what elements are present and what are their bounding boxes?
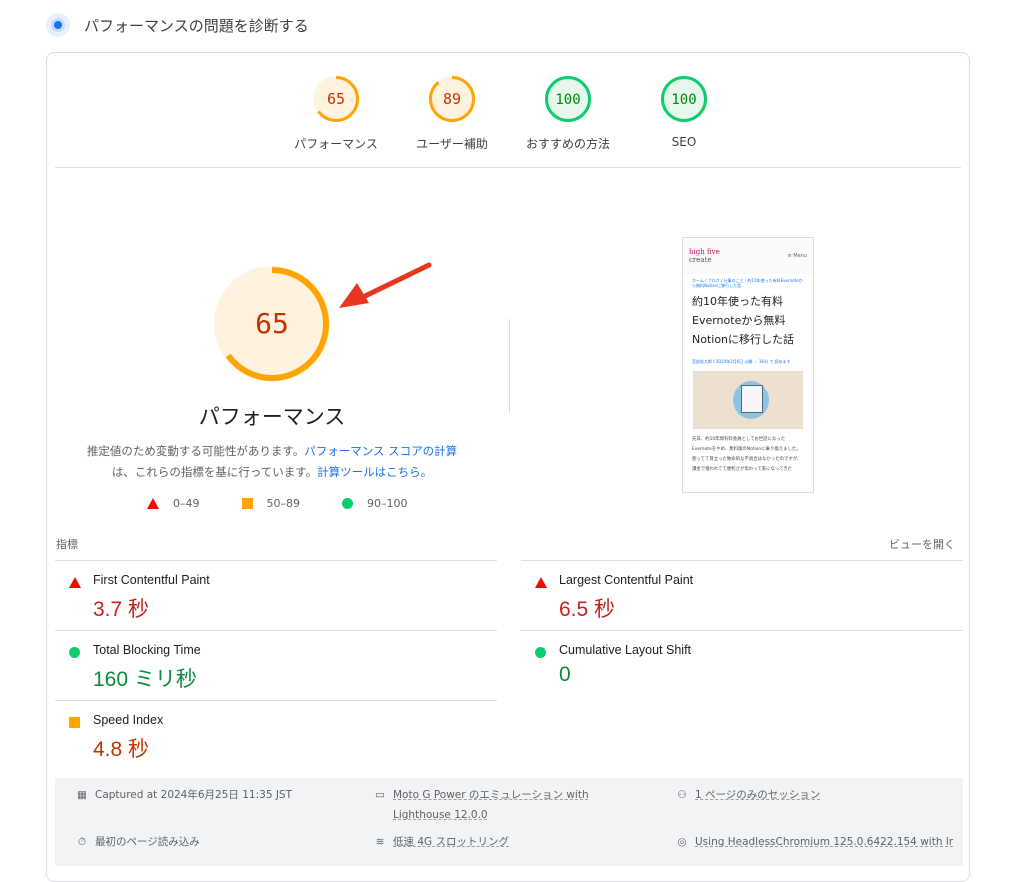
site-breadcrumb: ホーム / ブログ / 仕事のこと / 約10年使った有料Evernoteから無… bbox=[692, 278, 803, 288]
green-circle-icon bbox=[535, 647, 546, 658]
score-calc-link[interactable]: パフォーマンス スコアの計算 bbox=[304, 444, 457, 458]
green-circle-icon bbox=[69, 647, 80, 658]
annotation-arrow-icon bbox=[339, 262, 432, 308]
article-image bbox=[693, 371, 803, 429]
session-text[interactable]: 1 ページのみのセッション bbox=[695, 784, 820, 806]
article-body: 先日、約10年間有料会員としてお世話になったEvernoteをやめ、無料版のNo… bbox=[692, 437, 802, 472]
description-text: 推定値のため変動する可能性があります。 bbox=[86, 444, 305, 458]
legend-good: 90–100 bbox=[342, 497, 408, 510]
diagnose-icon bbox=[46, 13, 70, 37]
throttle-text[interactable]: 低速 4G スロットリング bbox=[393, 831, 509, 853]
logo-text: high five bbox=[689, 248, 720, 256]
session-info[interactable]: ⚇ 1 ページのみのセッション bbox=[675, 784, 820, 806]
gauge-label: パフォーマンス bbox=[294, 137, 378, 151]
wifi-icon: ≋ bbox=[375, 836, 385, 848]
timer-icon: ⏱ bbox=[77, 836, 87, 848]
green-circle-icon bbox=[342, 498, 353, 509]
red-triangle-icon bbox=[535, 577, 547, 588]
gauge-ring: 89 bbox=[429, 76, 475, 122]
metric-name: Total Blocking Time bbox=[93, 643, 201, 657]
metric-value: 4.8 秒 bbox=[93, 738, 150, 761]
network-throttling[interactable]: ≋ 低速 4G スロットリング bbox=[373, 831, 509, 853]
final-screenshot[interactable]: high five create ≡ Menu ホーム / ブログ / 仕事のこ… bbox=[682, 237, 814, 493]
report-card: 65 パフォーマンス 89 ユーザー補助 100 おすすめの方法 100 SEO… bbox=[46, 52, 970, 882]
metric-si: Speed Index 4.8 秒 bbox=[55, 700, 497, 769]
runtime-settings: ▦ Captured at 2024年6月25日 11:35 JST ▭ Mot… bbox=[55, 778, 963, 866]
gauge-ring: 100 bbox=[661, 76, 707, 122]
gauge-score: 100 bbox=[671, 92, 696, 108]
legend-average-label: 50–89 bbox=[266, 497, 301, 510]
metrics-heading: 指標 bbox=[56, 538, 78, 551]
section-header: パフォーマンスの問題を診断する bbox=[46, 12, 309, 38]
site-menu: ≡ Menu bbox=[787, 253, 807, 259]
description-text: は、これらの指標を基に行っています。 bbox=[111, 465, 318, 479]
metric-value: 160 ミリ秒 bbox=[93, 668, 197, 691]
score-description: 推定値のため変動する可能性があります。パフォーマンス スコアの計算 は、これらの… bbox=[77, 441, 467, 483]
orange-square-icon bbox=[69, 717, 80, 728]
gauge-ring: 65 bbox=[313, 76, 359, 122]
gauge-score: 89 bbox=[443, 90, 461, 108]
initial-load: ⏱ 最初のページ読み込み bbox=[75, 831, 200, 853]
metric-value: 3.7 秒 bbox=[93, 598, 150, 621]
metric-lcp: Largest Contentful Paint 6.5 秒 bbox=[521, 560, 963, 629]
metric-value: 6.5 秒 bbox=[559, 598, 616, 621]
device-text[interactable]: Moto G Power のエミュレーション with bbox=[393, 784, 589, 806]
browser-text[interactable]: Using HeadlessChromium 125.0.6422.154 wi… bbox=[695, 831, 953, 853]
gauge-seo[interactable]: 100 SEO bbox=[629, 73, 739, 149]
calendar-icon: ▦ bbox=[77, 789, 87, 801]
notebook-icon bbox=[741, 385, 763, 413]
calculator-link[interactable]: 計算ツールはこちら。 bbox=[317, 465, 432, 479]
metric-fcp: First Contentful Paint 3.7 秒 bbox=[55, 560, 497, 629]
gauge-label: ユーザー補助 bbox=[416, 137, 488, 151]
lighthouse-version[interactable]: Lighthouse 12.0.0 bbox=[393, 806, 589, 824]
chrome-icon: ◎ bbox=[677, 836, 687, 848]
metric-value: 0 bbox=[559, 663, 571, 686]
gauge-performance[interactable]: 65 パフォーマンス bbox=[281, 73, 391, 152]
load-text: 最初のページ読み込み bbox=[95, 836, 200, 848]
category-gauges: 65 パフォーマンス 89 ユーザー補助 100 おすすめの方法 100 SEO bbox=[47, 73, 971, 163]
gauge-score: 100 bbox=[555, 92, 580, 108]
logo-text: create bbox=[689, 256, 712, 264]
performance-score: 65 bbox=[255, 307, 289, 340]
metric-cls: Cumulative Layout Shift 0 bbox=[521, 630, 963, 699]
captured-at: ▦ Captured at 2024年6月25日 11:35 JST bbox=[75, 784, 292, 806]
performance-score-gauge: 65 bbox=[214, 266, 330, 382]
session-icon: ⚇ bbox=[677, 789, 687, 801]
legend-average: 50–89 bbox=[241, 497, 301, 510]
legend-poor-label: 0–49 bbox=[173, 497, 200, 510]
score-legend: 0–49 50–89 90–100 bbox=[147, 497, 450, 510]
article-title: 約10年使った有料Evernoteから無料Notionに移行した話 bbox=[692, 295, 795, 346]
expand-view-toggle[interactable]: ビューを開く bbox=[889, 536, 955, 552]
captured-text: Captured at 2024年6月25日 11:35 JST bbox=[95, 789, 293, 801]
metric-name: Largest Contentful Paint bbox=[559, 573, 694, 587]
gauge-label: SEO bbox=[671, 135, 697, 149]
red-triangle-icon bbox=[147, 498, 159, 509]
gauge-accessibility[interactable]: 89 ユーザー補助 bbox=[397, 73, 507, 152]
gauge-best-practices[interactable]: 100 おすすめの方法 bbox=[513, 73, 623, 152]
device-icon: ▭ bbox=[375, 789, 385, 801]
gauge-score: 65 bbox=[327, 90, 345, 108]
orange-square-icon bbox=[241, 498, 253, 509]
gauge-label: おすすめの方法 bbox=[525, 137, 610, 151]
legend-poor: 0–49 bbox=[147, 497, 200, 510]
red-triangle-icon bbox=[69, 577, 81, 588]
screenshot-site-header: high five create ≡ Menu bbox=[683, 238, 813, 274]
divider bbox=[55, 167, 961, 168]
legend-good-label: 90–100 bbox=[367, 497, 408, 510]
vertical-divider bbox=[509, 319, 510, 413]
browser-info[interactable]: ◎ Using HeadlessChromium 125.0.6422.154 … bbox=[675, 831, 965, 853]
metric-tbt: Total Blocking Time 160 ミリ秒 bbox=[55, 630, 497, 699]
metric-name: Speed Index bbox=[93, 713, 164, 727]
article-meta: 宮部宏太郎 | 2024年2月6日 公開 ・ 16分 で 読めます bbox=[692, 359, 791, 364]
metric-name: First Contentful Paint bbox=[93, 573, 210, 587]
gauge-ring: 100 bbox=[545, 76, 591, 122]
site-logo: high five create bbox=[689, 248, 720, 264]
metric-name: Cumulative Layout Shift bbox=[559, 643, 692, 657]
device-emulation[interactable]: ▭ Moto G Power のエミュレーション with Lighthouse… bbox=[373, 784, 589, 824]
performance-label: パフォーマンス bbox=[198, 405, 346, 429]
section-title: パフォーマンスの問題を診断する bbox=[84, 16, 309, 35]
